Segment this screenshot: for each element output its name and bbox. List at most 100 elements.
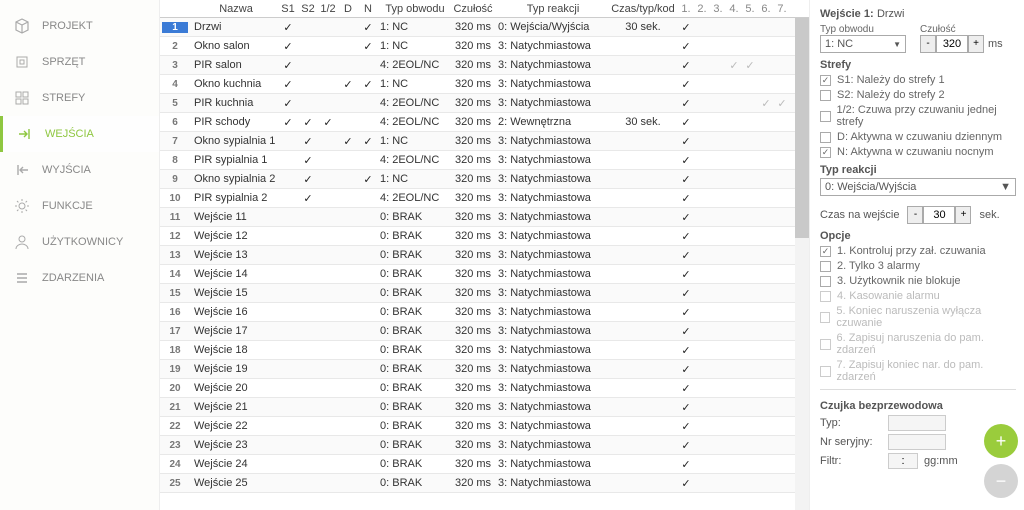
- nr-input[interactable]: [888, 434, 946, 450]
- nav-sprzęt[interactable]: SPRZĘT: [0, 44, 159, 80]
- check-icon: [323, 191, 334, 202]
- check-icon: [283, 362, 294, 373]
- table-row[interactable]: 24Wejście 240: BRAK320 ms3: Natychmiasto…: [160, 455, 809, 474]
- table-row[interactable]: 5PIR kuchnia4: 2EOL/NC320 ms3: Natychmia…: [160, 94, 809, 113]
- col-header[interactable]: Typ reakcji: [496, 1, 608, 17]
- check-icon: [283, 324, 294, 335]
- table-row[interactable]: 20Wejście 200: BRAK320 ms3: Natychmiasto…: [160, 379, 809, 398]
- nav-funkcje[interactable]: FUNKCJE: [0, 188, 159, 224]
- check-icon: [283, 116, 294, 127]
- check-icon: [283, 210, 294, 221]
- table-row[interactable]: 13Wejście 130: BRAK320 ms3: Natychmiasto…: [160, 246, 809, 265]
- col-header[interactable]: N: [358, 1, 378, 17]
- check-icon: [303, 286, 314, 297]
- table-row[interactable]: 17Wejście 170: BRAK320 ms3: Natychmiasto…: [160, 322, 809, 341]
- check-icon: [283, 248, 294, 259]
- nav-wyjścia[interactable]: WYJŚCIA: [0, 152, 159, 188]
- col-header[interactable]: Czułość: [450, 1, 496, 17]
- checkbox-option[interactable]: 2. Tylko 3 alarmy: [820, 260, 1016, 272]
- table-row[interactable]: 22Wejście 220: BRAK320 ms3: Natychmiasto…: [160, 417, 809, 436]
- check-icon: [363, 40, 374, 51]
- table-row[interactable]: 9Okno sypialnia 21: NC320 ms3: Natychmia…: [160, 170, 809, 189]
- check-icon: [681, 116, 692, 127]
- nav-użytkownicy[interactable]: UŻYTKOWNICY: [0, 224, 159, 260]
- nav-zdarzenia[interactable]: ZDARZENIA: [0, 260, 159, 296]
- checkbox-icon: [820, 291, 831, 302]
- add-button[interactable]: +: [984, 424, 1018, 458]
- check-icon: [363, 191, 374, 202]
- table-row[interactable]: 11Wejście 110: BRAK320 ms3: Natychmiasto…: [160, 208, 809, 227]
- plus-button[interactable]: +: [968, 35, 984, 53]
- table-row[interactable]: 16Wejście 160: BRAK320 ms3: Natychmiasto…: [160, 303, 809, 322]
- checkbox-option[interactable]: 3. Użytkownik nie blokuje: [820, 275, 1016, 287]
- col-header[interactable]: 1/2: [318, 1, 338, 17]
- table-row[interactable]: 7Okno sypialnia 11: NC320 ms3: Natychmia…: [160, 132, 809, 151]
- typ-obwodu-select[interactable]: 1: NC▼: [820, 35, 906, 53]
- czulosc-input[interactable]: [936, 35, 968, 53]
- table-row[interactable]: 3PIR salon4: 2EOL/NC320 ms3: Natychmiast…: [160, 56, 809, 75]
- typ-input[interactable]: [888, 415, 946, 431]
- col-header[interactable]: 6.: [758, 1, 774, 17]
- typ-reakcji-select[interactable]: 0: Wejścia/Wyjścia▼: [820, 178, 1016, 196]
- table-row[interactable]: 2Okno salon1: NC320 ms3: Natychmiastowa: [160, 37, 809, 56]
- nav-projekt[interactable]: PROJEKT: [0, 8, 159, 44]
- gear-icon: [14, 198, 30, 214]
- table-row[interactable]: 1Drzwi1: NC320 ms0: Wejścia/Wyjścia30 se…: [160, 18, 809, 37]
- col-header[interactable]: 4.: [726, 1, 742, 17]
- table-row[interactable]: 15Wejście 150: BRAK320 ms3: Natychmiasto…: [160, 284, 809, 303]
- check-icon: [681, 40, 692, 51]
- check-icon: [681, 287, 692, 298]
- col-header[interactable]: 5.: [742, 1, 758, 17]
- table-row[interactable]: 10PIR sypialnia 24: 2EOL/NC320 ms3: Naty…: [160, 189, 809, 208]
- czas-stepper[interactable]: - +: [907, 206, 971, 224]
- table-row[interactable]: 25Wejście 250: BRAK320 ms3: Natychmiasto…: [160, 474, 809, 493]
- col-header[interactable]: Czas/typ/kod: [608, 1, 678, 17]
- checkbox-option[interactable]: S1: Należy do strefy 1: [820, 74, 1016, 86]
- remove-button[interactable]: −: [984, 464, 1018, 498]
- check-icon: [343, 248, 354, 259]
- check-icon: [283, 419, 294, 430]
- check-icon: [343, 438, 354, 449]
- check-icon: [303, 39, 314, 50]
- checkbox-option[interactable]: D: Aktywna w czuwaniu dziennym: [820, 131, 1016, 143]
- table-row[interactable]: 19Wejście 190: BRAK320 ms3: Natychmiasto…: [160, 360, 809, 379]
- col-header[interactable]: 1.: [678, 1, 694, 17]
- chip-icon: [14, 54, 30, 70]
- col-header[interactable]: [162, 13, 188, 17]
- col-header[interactable]: 7.: [774, 1, 790, 17]
- col-header[interactable]: D: [338, 1, 358, 17]
- table-row[interactable]: 8PIR sypialnia 14: 2EOL/NC320 ms3: Natyc…: [160, 151, 809, 170]
- col-header[interactable]: Nazwa: [188, 1, 278, 17]
- check-icon: [681, 325, 692, 336]
- minus-button[interactable]: -: [920, 35, 936, 53]
- scrollbar[interactable]: [795, 18, 809, 510]
- checkbox-option[interactable]: N: Aktywna w czuwaniu nocnym: [820, 146, 1016, 158]
- table-row[interactable]: 4Okno kuchnia1: NC320 ms3: Natychmiastow…: [160, 75, 809, 94]
- checkbox-option[interactable]: 1. Kontroluj przy zał. czuwania: [820, 245, 1016, 257]
- nav-strefy[interactable]: STREFY: [0, 80, 159, 116]
- col-header[interactable]: Typ obwodu: [378, 1, 450, 17]
- minus-button[interactable]: -: [907, 206, 923, 224]
- col-header[interactable]: S2: [298, 1, 318, 17]
- check-icon: [681, 268, 692, 279]
- plus-button[interactable]: +: [955, 206, 971, 224]
- checkbox-icon: [820, 147, 831, 158]
- table-row[interactable]: 6PIR schody4: 2EOL/NC320 ms2: Wewnętrzna…: [160, 113, 809, 132]
- table-row[interactable]: 18Wejście 180: BRAK320 ms3: Natychmiasto…: [160, 341, 809, 360]
- col-header[interactable]: 3.: [710, 1, 726, 17]
- check-icon: [363, 173, 374, 184]
- czas-input[interactable]: [923, 206, 955, 224]
- check-icon: [283, 400, 294, 411]
- checkbox-option[interactable]: S2: Należy do strefy 2: [820, 89, 1016, 101]
- table-row[interactable]: 23Wejście 230: BRAK320 ms3: Natychmiasto…: [160, 436, 809, 455]
- table-row[interactable]: 14Wejście 140: BRAK320 ms3: Natychmiasto…: [160, 265, 809, 284]
- filtr-input[interactable]: [888, 453, 918, 469]
- checkbox-option[interactable]: 1/2: Czuwa przy czuwaniu jednej strefy: [820, 104, 1016, 128]
- czulosc-stepper[interactable]: - + ms: [920, 35, 1003, 53]
- col-header[interactable]: 2.: [694, 1, 710, 17]
- table-row[interactable]: 12Wejście 120: BRAK320 ms3: Natychmiasto…: [160, 227, 809, 246]
- table-row[interactable]: 21Wejście 210: BRAK320 ms3: Natychmiasto…: [160, 398, 809, 417]
- nav-wejścia[interactable]: WEJŚCIA: [0, 116, 159, 152]
- col-header[interactable]: S1: [278, 1, 298, 17]
- check-icon: [343, 381, 354, 392]
